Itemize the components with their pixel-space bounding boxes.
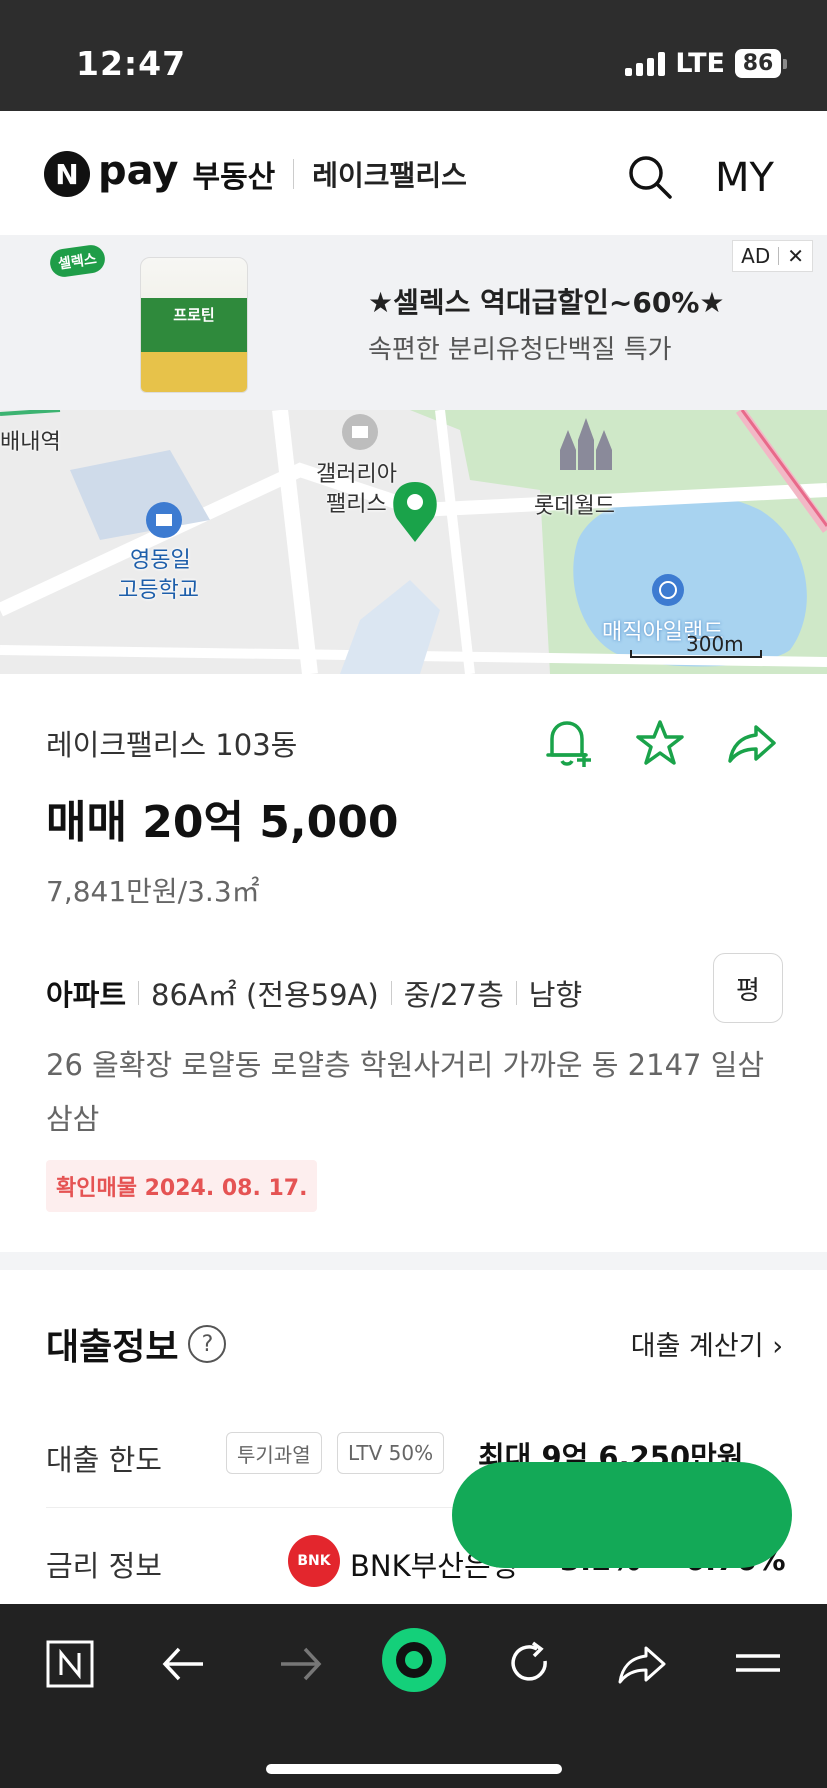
header-complex-name: 레이크팰리스	[312, 159, 467, 192]
listing-name: 레이크팰리스 103동	[46, 728, 298, 762]
status-indicators: LTE 86	[625, 48, 787, 79]
ad-tag: AD ✕	[732, 240, 813, 272]
search-button[interactable]	[626, 153, 674, 201]
location-map[interactable]: 배내역 갤러리아 팰리스 롯데월드 영동일 고등학교 매직아일랜드 300m	[0, 410, 827, 674]
signal-icon	[625, 51, 666, 76]
green-dot-icon	[382, 1628, 446, 1692]
forward-button[interactable]	[270, 1634, 330, 1694]
share-page-button[interactable]	[612, 1634, 672, 1694]
ad-close-icon[interactable]: ✕	[779, 244, 812, 268]
ad-label: AD	[741, 244, 771, 268]
unit-price: 7,841만원/3.3㎡	[46, 875, 260, 908]
loan-section-title: 대출정보 ?	[46, 1318, 227, 1370]
loan-calculator-link[interactable]: 대출 계산기 ›	[631, 1324, 783, 1363]
ad-subtitle: 속편한 분리유청단백질 특가	[368, 335, 672, 365]
header-divider	[293, 159, 295, 189]
map-label-lotte: 롯데월드	[534, 494, 615, 519]
listing-price: 매매 20억 5,000	[46, 797, 399, 848]
property-type: 아파트	[46, 978, 127, 1012]
listing-actions	[540, 715, 780, 771]
chip-speculation: 투기과열	[226, 1432, 322, 1474]
floating-green-button[interactable]	[452, 1462, 792, 1568]
map-label-gallery-2: 팰리스	[326, 492, 387, 517]
battery-level: 86	[735, 49, 781, 78]
ad-title: ★셀렉스 역대급할인~60%★	[368, 286, 725, 319]
property-direction: 남향	[528, 978, 583, 1012]
refresh-button[interactable]	[500, 1634, 560, 1694]
spec-row: 아파트 86A㎡ (전용59A) 중/27층 남향	[46, 972, 582, 1014]
share-arrow-icon	[728, 725, 776, 763]
alert-add-button[interactable]	[540, 715, 596, 771]
browser-toolbar	[0, 1604, 827, 1788]
logo-estate-text: 부동산	[192, 160, 276, 195]
chip-ltv: LTV 50%	[337, 1432, 445, 1474]
app-header: N pay 부동산 레이크팰리스 MY	[0, 111, 827, 235]
star-icon	[636, 720, 684, 765]
loan-calculator-label: 대출 계산기	[630, 1331, 764, 1362]
network-label: LTE	[675, 48, 725, 79]
battery-icon: 86	[735, 49, 787, 78]
pyeong-toggle-button[interactable]: 평	[713, 953, 783, 1023]
listing-description: 26 올확장 로얄동 로얄층 학원사거리 가까운 동 2147 일삼삼삼	[46, 1048, 765, 1136]
hamburger-menu-icon	[736, 1654, 780, 1672]
bell-plus-icon	[546, 721, 591, 767]
share-button[interactable]	[724, 715, 780, 771]
map-scale-bar	[630, 650, 762, 658]
naver-pay-realestate-logo[interactable]: N pay 부동산 레이크팰리스	[44, 148, 467, 197]
loan-limit-label: 대출 한도	[46, 1443, 162, 1477]
my-button[interactable]: MY	[715, 155, 774, 201]
home-indicator	[266, 1764, 562, 1774]
verified-badge: 확인매물 2024. 08. 17.	[46, 1160, 318, 1212]
menu-button[interactable]	[728, 1634, 788, 1694]
ad-brand-logo: 셀렉스	[48, 243, 107, 279]
arrow-right-icon	[281, 1647, 322, 1681]
arrow-left-icon	[162, 1647, 203, 1681]
favorite-button[interactable]	[632, 715, 688, 771]
loan-title-text: 대출정보	[46, 1327, 179, 1368]
map-label-station: 배내역	[0, 430, 61, 455]
back-button[interactable]	[154, 1634, 214, 1694]
map-label-school-2: 고등학교	[118, 578, 199, 603]
naver-n-icon: N	[44, 151, 90, 197]
search-icon	[629, 156, 672, 199]
ad-product-text: 프로틴	[173, 306, 215, 324]
share-icon	[618, 1646, 666, 1684]
bnk-logo: BNK	[288, 1535, 340, 1587]
status-time: 12:47	[76, 44, 187, 83]
green-dot-button[interactable]	[380, 1626, 448, 1694]
chevron-right-icon: ›	[772, 1331, 783, 1362]
logo-pay-text: pay	[98, 148, 179, 194]
naver-home-button[interactable]	[40, 1634, 100, 1694]
section-divider	[0, 1252, 827, 1270]
ad-banner[interactable]: 셀렉스 프로틴 AD ✕ ★셀렉스 역대급할인~60%★ 속편한 분리유청단백질…	[0, 235, 827, 410]
property-area: 86A㎡ (전용59A)	[151, 978, 379, 1012]
property-floor: 중/27층	[403, 978, 504, 1012]
map-label-gallery-1: 갤러리아	[316, 462, 397, 487]
help-icon[interactable]: ?	[188, 1325, 227, 1363]
map-label-school-1: 영동일	[130, 548, 191, 573]
ad-product-image: 프로틴	[140, 257, 248, 393]
naver-n-box-icon	[46, 1640, 94, 1688]
status-bar: 12:47 LTE 86	[0, 0, 827, 111]
rate-info-label: 금리 정보	[46, 1549, 162, 1583]
refresh-icon	[511, 1641, 547, 1681]
